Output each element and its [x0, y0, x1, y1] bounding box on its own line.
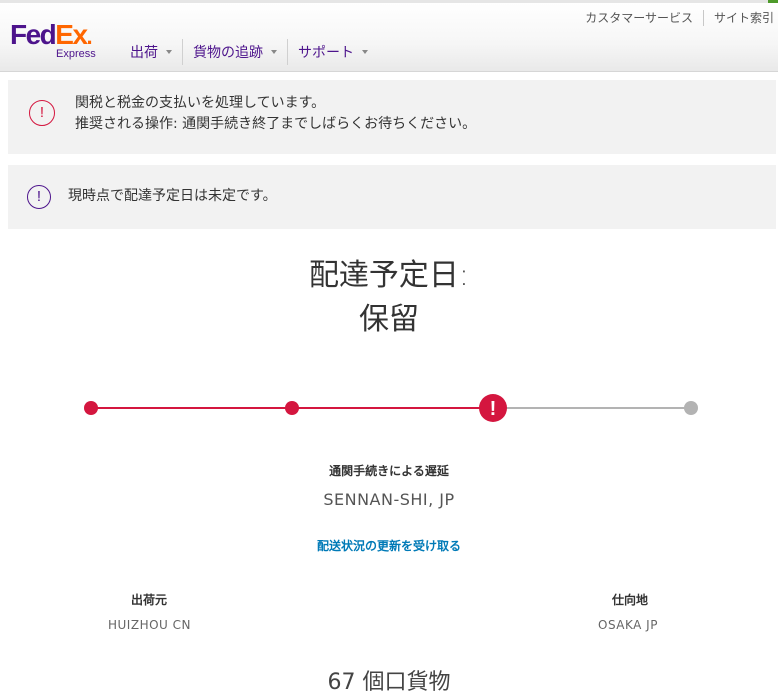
destination-label: 仕向地: [612, 593, 649, 607]
delivery-date-value: 保留: [359, 302, 419, 337]
utility-nav: カスタマーサービス サイト索引: [575, 9, 774, 26]
destination-value: OSAKA JP: [598, 618, 658, 632]
caret-down-icon: [271, 50, 277, 54]
exclamation-icon: !: [29, 100, 55, 126]
piece-count: 67 個口貨物: [327, 670, 451, 695]
nav-item-label: 出荷: [130, 45, 158, 61]
alert-message: 関税と税金の支払いを処理しています。 推奨される操作: 通関手続き終了までしばら…: [75, 93, 476, 135]
alert-line: 推奨される操作: 通関手続き終了までしばらくお待ちください。: [75, 116, 477, 132]
shipment-progress-bar: !: [84, 394, 698, 422]
delivery-date-label: 配達予定日:: [308, 258, 470, 293]
progress-step-2: [285, 401, 299, 415]
origin-label: 出荷元: [131, 593, 168, 607]
customer-service-link[interactable]: カスタマーサービス: [575, 9, 703, 26]
logo-dot: .: [86, 24, 93, 49]
progress-step-4: [684, 401, 698, 415]
nav-item-label: 貨物の追跡: [193, 45, 263, 61]
site-header: FedEx. Express 出荷 貨物の追跡 サポート カスタマーサービス サ…: [0, 3, 778, 72]
main-nav: 出荷 貨物の追跡 サポート: [130, 39, 378, 65]
site-index-link[interactable]: サイト索引: [704, 9, 774, 26]
alert-message: 現時点で配達予定日は未定です。: [68, 188, 277, 204]
get-updates-link[interactable]: 配送状況の更新を受け取る: [0, 537, 778, 554]
alert-line: 関税と税金の支払いを処理しています。: [75, 95, 326, 111]
fedex-logo[interactable]: FedEx. Express: [10, 19, 96, 61]
logo-fed: Fed: [10, 19, 57, 50]
customs-alert: ! 関税と税金の支払いを処理しています。 推奨される操作: 通関手続き終了までし…: [8, 80, 776, 154]
caret-down-icon: [362, 50, 368, 54]
delivery-date-alert: ! 現時点で配達予定日は未定です。: [8, 165, 776, 229]
logo-ex: Ex: [55, 19, 88, 50]
exclamation-icon: !: [490, 398, 497, 420]
logo-express: Express: [56, 48, 96, 60]
nav-item-label: サポート: [298, 45, 354, 61]
nav-item-ship[interactable]: 出荷: [130, 39, 182, 65]
nav-item-support[interactable]: サポート: [287, 39, 378, 65]
progress-step-1: [84, 401, 98, 415]
exclamation-icon: !: [27, 185, 51, 209]
status-location: SENNAN-SHI, JP: [323, 490, 455, 509]
origin-value: HUIZHOU CN: [108, 618, 191, 632]
nav-item-track[interactable]: 貨物の追跡: [182, 39, 287, 65]
caret-down-icon: [166, 50, 172, 54]
status-title: 通関手続きによる遅延: [329, 464, 449, 478]
